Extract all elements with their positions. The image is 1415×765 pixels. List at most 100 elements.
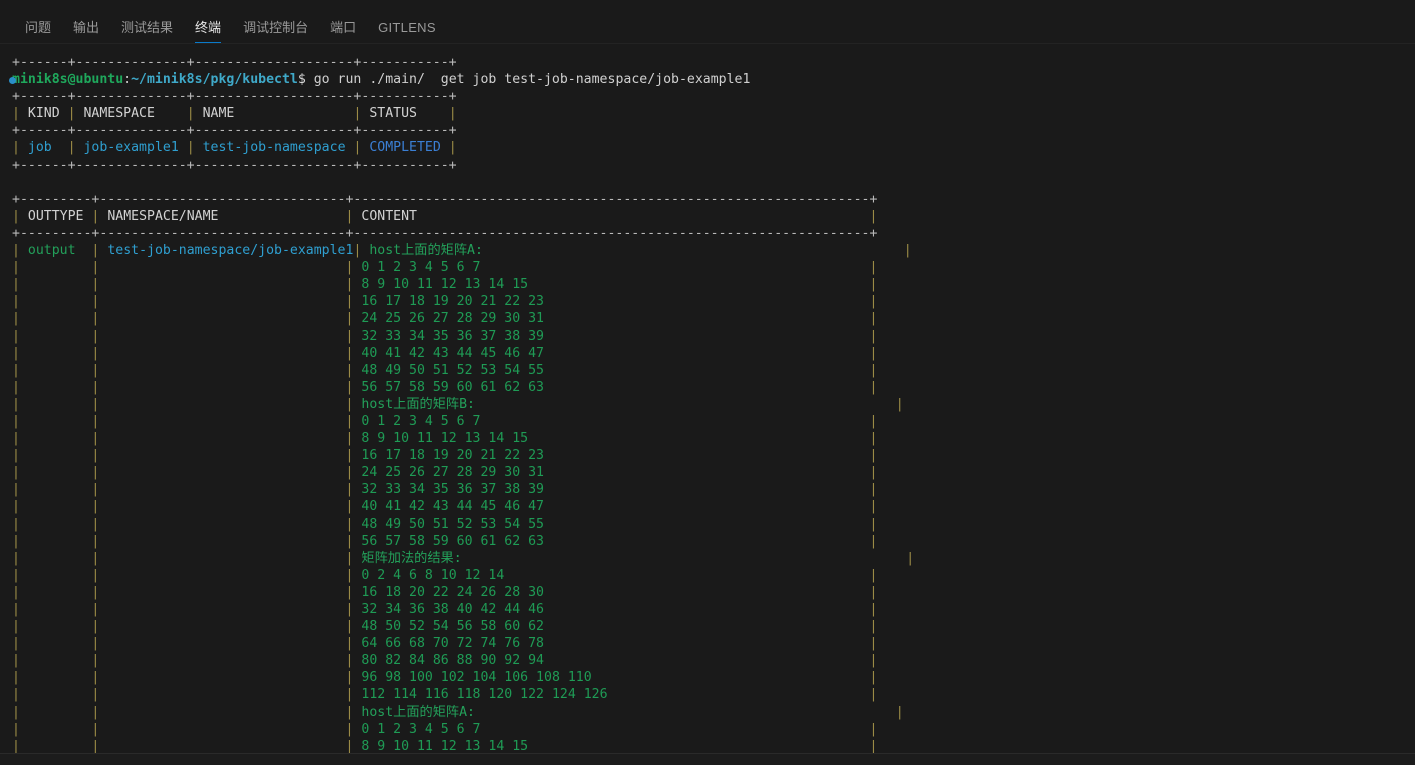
- content-block-title: host上面的矩阵B:: [361, 396, 896, 412]
- output-table-content-line: | | | 64 66 68 70 72 74 76 78 |: [12, 636, 878, 652]
- output-table-content-line: | | | 32 33 34 35 36 37 38 39 |: [12, 328, 878, 344]
- content-matrix-row: 32 34 36 38 40 42 44 46: [361, 602, 870, 617]
- content-matrix-row: 48 49 50 51 52 53 54 55: [361, 516, 870, 532]
- content-matrix-row: 32 33 34 35 36 37 38 39: [361, 328, 870, 344]
- content-matrix-row: 0 1 2 3 4 5 6 7: [361, 260, 870, 276]
- content-block-title: 矩阵加法的结果:: [361, 550, 907, 566]
- output-table-content-line: | | | 16 17 18 19 20 21 22 23 |: [12, 448, 878, 464]
- output-table-header-row: | OUTTYPE | NAMESPACE/NAME | CONTENT |: [12, 208, 878, 224]
- col-header-status: STATUS: [369, 106, 449, 122]
- tab-label: 测试结果: [121, 20, 174, 35]
- resource-table-header-row: | KIND | NAMESPACE | NAME | STATUS |: [12, 106, 457, 122]
- content-matrix-row: 8 9 10 11 12 13 14 15: [361, 277, 870, 293]
- output-table-content-line: | | | 48 49 50 51 52 53 54 55 |: [12, 516, 878, 532]
- terminal-prompt-line: minik8s@ubuntu:~/minik8s/pkg/kubectl$ go…: [0, 71, 1415, 88]
- cell-kind: job: [27, 140, 68, 156]
- output-table-content-line: | | | 0 1 2 3 4 5 6 7 |: [12, 260, 878, 276]
- content-matrix-row: 32 33 34 35 36 37 38 39: [361, 482, 870, 498]
- tab-label: GITLENS: [378, 20, 436, 35]
- tab-test-results[interactable]: 测试结果: [110, 21, 184, 43]
- tab-label: 终端: [195, 20, 222, 35]
- output-table-content-line: | | | 56 57 58 59 60 61 62 63 |: [12, 533, 878, 549]
- output-table-header-bottom-rule: +---------+-----------------------------…: [12, 225, 878, 241]
- tab-gitlens[interactable]: GITLENS: [367, 21, 447, 43]
- col-header-content: CONTENT: [361, 208, 870, 224]
- resource-table-bottom-rule: +------+--------------+-----------------…: [12, 157, 457, 173]
- content-matrix-row: 8 9 10 11 12 13 14 15: [361, 738, 870, 754]
- output-table-content-line: | output | test-job-namespace/job-exampl…: [12, 243, 912, 259]
- content-matrix-row: 40 41 42 43 44 45 46 47: [361, 499, 870, 515]
- cell-name: test-job-namespace: [202, 140, 354, 156]
- output-table-content-line: | | | 32 33 34 35 36 37 38 39 |: [12, 482, 878, 498]
- terminal-panel[interactable]: +------+--------------+-----------------…: [0, 44, 1415, 765]
- output-table-top-rule: +---------+-----------------------------…: [12, 191, 878, 207]
- tab-output[interactable]: 输出: [62, 21, 110, 43]
- content-matrix-row: 64 66 68 70 72 74 76 78: [361, 636, 870, 652]
- tab-label: 调试控制台: [243, 20, 309, 35]
- cell-status: COMPLETED: [369, 140, 449, 156]
- output-table-content-line: | | | 80 82 84 86 88 90 92 94 |: [12, 653, 878, 669]
- output-table-content-line: | | | 矩阵加法的结果: |: [12, 550, 915, 566]
- output-table-content-line: | | | 40 41 42 43 44 45 46 47 |: [12, 345, 878, 361]
- content-matrix-row: 48 50 52 54 56 58 60 62: [361, 619, 870, 635]
- resource-table-row: | job | job-example1 | test-job-namespac…: [12, 140, 457, 156]
- tab-label: 端口: [330, 20, 357, 35]
- content-block-title: host上面的矩阵A:: [369, 243, 904, 259]
- content-matrix-row: 40 41 42 43 44 45 46 47: [361, 345, 870, 361]
- prompt-user-host: minik8s@ubuntu: [12, 72, 124, 88]
- content-matrix-row: 24 25 26 27 28 29 30 31: [361, 465, 870, 481]
- tab-terminal[interactable]: 终端: [184, 21, 232, 43]
- output-table-content-line: | | | 0 1 2 3 4 5 6 7 |: [12, 721, 878, 737]
- content-matrix-row: 80 82 84 86 88 90 92 94: [361, 653, 870, 669]
- resource-table-top-rule: +------+--------------+-----------------…: [12, 55, 457, 70]
- output-table-content-line: | | | 48 49 50 51 52 53 54 55 |: [12, 362, 878, 378]
- content-matrix-row: 16 17 18 19 20 21 22 23: [361, 294, 870, 310]
- output-table-content-line: | | | host上面的矩阵B: |: [12, 396, 904, 412]
- tab-ports[interactable]: 端口: [319, 21, 367, 43]
- panel-tab-bar: 问题 输出 测试结果 终端 调试控制台 端口 GITLENS: [0, 0, 1415, 44]
- output-table-content-line: | | | 96 98 100 102 104 106 108 110 |: [12, 670, 878, 686]
- content-matrix-row: 0 1 2 3 4 5 6 7: [361, 413, 870, 429]
- prompt-symbol: $: [297, 72, 306, 88]
- content-matrix-row: 24 25 26 27 28 29 30 31: [361, 311, 870, 327]
- content-matrix-row: 56 57 58 59 60 61 62 63: [361, 379, 870, 395]
- output-table-content-line: | | | 40 41 42 43 44 45 46 47 |: [12, 499, 878, 515]
- tab-label: 输出: [73, 20, 100, 35]
- output-table-content-line: | | | 16 18 20 22 24 26 28 30 |: [12, 584, 878, 600]
- prompt-colon: :: [123, 72, 132, 88]
- col-header-namespace: NAMESPACE: [83, 106, 187, 122]
- cell-namespace-name: test-job-namespace/job-example1: [107, 243, 354, 259]
- output-table-content-line: | | | 112 114 116 118 120 122 124 126 |: [12, 687, 878, 703]
- content-matrix-row: 96 98 100 102 104 106 108 110: [361, 670, 870, 686]
- content-block-title: host上面的矩阵A:: [361, 704, 896, 720]
- col-header-name: NAME: [202, 106, 354, 122]
- content-matrix-row: 16 17 18 19 20 21 22 23: [361, 448, 870, 464]
- cell-namespace: job-example1: [83, 140, 187, 156]
- output-table-content-line: | | | host上面的矩阵A: |: [12, 704, 904, 720]
- content-matrix-row: 48 49 50 51 52 53 54 55: [361, 362, 870, 378]
- prompt-command: go run ./main/ get job test-job-namespac…: [305, 72, 751, 88]
- output-table-content-line: | | | 24 25 26 27 28 29 30 31 |: [12, 465, 878, 481]
- tab-label: 问题: [25, 20, 52, 35]
- col-header-outtype: OUTTYPE: [27, 208, 92, 224]
- content-matrix-row: 16 18 20 22 24 26 28 30: [361, 584, 870, 600]
- content-matrix-row: 112 114 116 118 120 122 124 126: [361, 687, 870, 703]
- resource-table-header-top-rule: +------+--------------+-----------------…: [12, 89, 457, 105]
- output-table-content-line: | | | 32 34 36 38 40 42 44 46 |: [12, 602, 878, 617]
- resource-table-header-bottom-rule: +------+--------------+-----------------…: [12, 123, 457, 139]
- tab-debug-console[interactable]: 调试控制台: [232, 21, 319, 43]
- output-table-content-line: | | | 0 1 2 3 4 5 6 7 |: [12, 413, 878, 429]
- col-header-kind: KIND: [27, 106, 68, 122]
- content-matrix-row: 0 2 4 6 8 10 12 14: [361, 567, 870, 583]
- prompt-path: ~/minik8s/pkg/kubectl: [131, 72, 298, 88]
- output-table-content-line: | | | 8 9 10 11 12 13 14 15 |: [12, 277, 878, 293]
- tab-problems[interactable]: 问题: [14, 21, 62, 43]
- output-table-content-line: | | | 0 2 4 6 8 10 12 14 |: [12, 567, 878, 583]
- content-matrix-row: 0 1 2 3 4 5 6 7: [361, 721, 870, 737]
- col-header-namespace-name: NAMESPACE/NAME: [107, 208, 346, 224]
- output-table-content-line: | | | 56 57 58 59 60 61 62 63 |: [12, 379, 878, 395]
- content-matrix-row: 8 9 10 11 12 13 14 15: [361, 431, 870, 447]
- output-table-content-line: | | | 8 9 10 11 12 13 14 15 |: [12, 431, 878, 447]
- terminal-output: +------+--------------+-----------------…: [0, 54, 1415, 765]
